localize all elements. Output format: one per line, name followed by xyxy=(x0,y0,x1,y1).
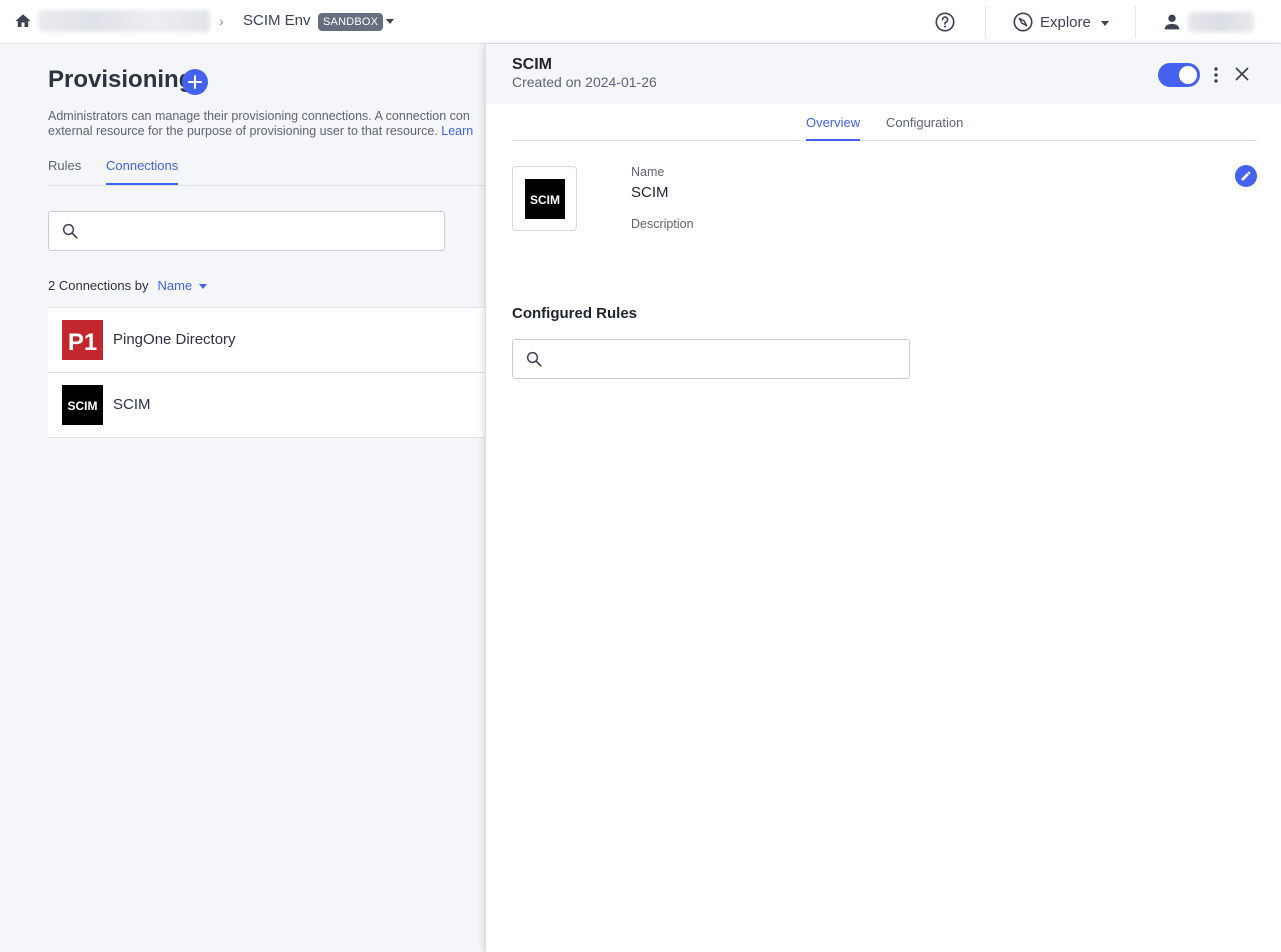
connections-count-text: 2 Connections by xyxy=(48,278,149,293)
connection-detail-panel: SCIM Created on 2024-01-26 Overview Conf… xyxy=(485,44,1281,952)
topbar-divider xyxy=(1135,6,1136,38)
add-connection-button[interactable] xyxy=(182,69,208,95)
sort-by-dropdown[interactable]: Name xyxy=(157,278,208,293)
search-icon xyxy=(62,223,78,239)
connection-name: PingOne Directory xyxy=(113,331,236,348)
close-icon[interactable] xyxy=(1235,67,1249,81)
active-tab-indicator xyxy=(106,183,178,185)
scim-logo-text: SCIM xyxy=(68,399,98,413)
topbar-divider xyxy=(985,6,986,38)
description-line: external resource for the purpose of pro… xyxy=(48,124,438,138)
explore-label: Explore xyxy=(1040,13,1091,31)
tab-configuration[interactable]: Configuration xyxy=(886,115,963,130)
edit-button[interactable] xyxy=(1235,165,1257,187)
scim-logo-text: SCIM xyxy=(530,193,560,207)
panel-created-date: Created on 2024-01-26 xyxy=(512,74,657,90)
panel-tabs: Overview Configuration xyxy=(512,112,1257,141)
compass-icon xyxy=(1013,12,1033,32)
organization-name-redacted[interactable] xyxy=(38,10,210,32)
active-tab-indicator xyxy=(806,139,860,141)
tab-connections[interactable]: Connections xyxy=(106,158,178,173)
kebab-icon[interactable] xyxy=(1212,66,1220,84)
environment-type-badge: SANDBOX xyxy=(318,13,384,31)
chevron-down-icon[interactable] xyxy=(386,19,394,24)
connection-row-pingone-directory[interactable]: P1 PingOne Directory xyxy=(48,308,485,373)
user-name-redacted[interactable] xyxy=(1188,12,1254,32)
connection-enabled-toggle[interactable] xyxy=(1158,63,1200,87)
connections-list: P1 PingOne Directory SCIM SCIM xyxy=(48,307,485,438)
name-label: Name xyxy=(631,165,665,179)
rules-search-input[interactable] xyxy=(553,340,899,378)
scim-logo: SCIM xyxy=(62,385,103,425)
connection-name: SCIM xyxy=(113,396,151,413)
panel-title: SCIM xyxy=(512,56,552,73)
connection-row-scim[interactable]: SCIM SCIM xyxy=(48,373,485,438)
panel-header: SCIM Created on 2024-01-26 xyxy=(486,44,1281,104)
page-title: Provisioning xyxy=(48,66,194,93)
toggle-knob xyxy=(1179,66,1197,84)
configured-rules-title: Configured Rules xyxy=(512,305,638,322)
tab-overview[interactable]: Overview xyxy=(806,115,860,130)
rules-search-box[interactable] xyxy=(512,339,910,379)
connections-count: 2 Connections by Name xyxy=(48,278,208,293)
plus-icon xyxy=(188,75,202,89)
home-icon[interactable] xyxy=(14,12,32,30)
pencil-icon xyxy=(1241,171,1251,181)
page-tabs: Rules Connections xyxy=(48,156,485,186)
learn-more-link[interactable]: Learn xyxy=(441,124,473,138)
connections-search-input[interactable] xyxy=(89,212,434,250)
user-icon[interactable] xyxy=(1161,11,1183,33)
description-label: Description xyxy=(631,217,694,231)
chevron-down-icon xyxy=(199,284,208,289)
connection-logo-box: SCIM xyxy=(512,166,577,231)
sort-label: Name xyxy=(157,278,193,293)
breadcrumb-separator: › xyxy=(219,13,224,29)
search-icon xyxy=(526,351,542,367)
name-value: SCIM xyxy=(631,184,669,201)
description-line: Administrators can manage their provisio… xyxy=(48,109,470,123)
chevron-down-icon xyxy=(1100,20,1109,26)
connections-search-box[interactable] xyxy=(48,211,445,251)
tab-rules[interactable]: Rules xyxy=(48,158,81,173)
top-bar: › SCIM Env SANDBOX Explore xyxy=(0,0,1281,44)
explore-menu-button[interactable]: Explore xyxy=(1012,9,1109,35)
environment-name[interactable]: SCIM Env xyxy=(243,12,311,29)
scim-logo: SCIM xyxy=(525,179,565,219)
help-icon[interactable] xyxy=(934,11,956,33)
page-description: Administrators can manage their provisio… xyxy=(48,109,488,139)
p1-logo-text: P1 xyxy=(68,329,97,356)
pingone-logo: P1 xyxy=(62,320,103,360)
